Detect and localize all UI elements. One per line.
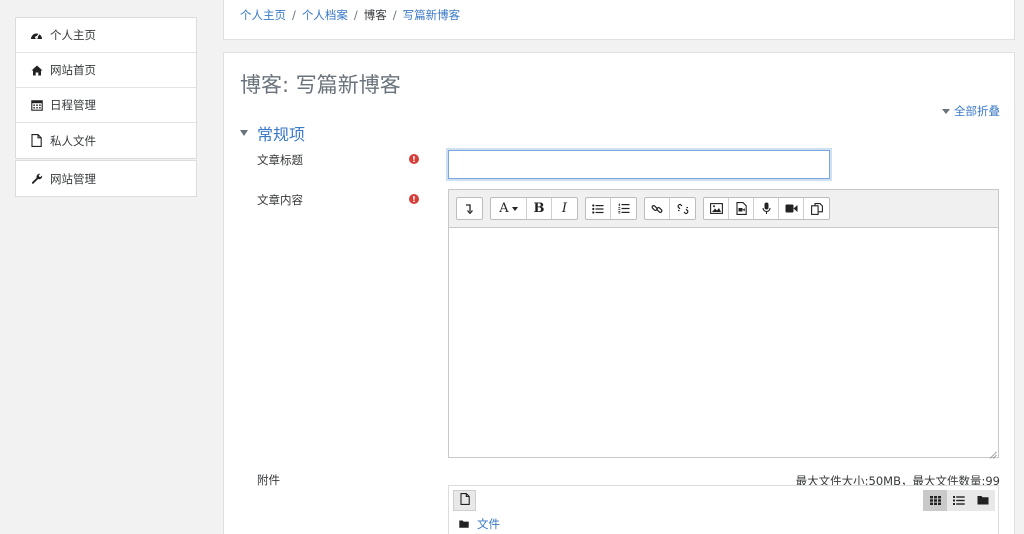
- copy-files-icon: [810, 202, 823, 215]
- form-card: 博客: 写篇新博客 全部折叠 常规项 文章标题 ! 文章内容 ! A B I 附…: [223, 52, 1015, 534]
- home-icon: [30, 64, 43, 77]
- toolbar-group: [703, 197, 830, 220]
- breadcrumb-item-new-entry[interactable]: 写篇新博客: [403, 7, 461, 23]
- sidebar-item-calendar[interactable]: 日程管理: [16, 88, 196, 123]
- folder-icon: [459, 520, 469, 528]
- sidebar-item-label: 个人主页: [50, 28, 96, 42]
- sidebar-item-label: 私人文件: [50, 133, 96, 148]
- attachments-filemanager: 文件: [448, 485, 999, 534]
- required-icon: !: [409, 194, 419, 204]
- file-icon: [30, 134, 43, 147]
- section-toggle-general[interactable]: 常规项: [240, 121, 305, 145]
- font-style-button[interactable]: A: [491, 198, 527, 219]
- breadcrumb-separator: /: [353, 8, 358, 22]
- main-region: 个人主页 / 个人档案 / 博客 / 写篇新博客 博客: 写篇新博客 全部折叠 …: [212, 0, 1024, 534]
- caret-down-icon: [240, 130, 248, 136]
- insert-image-button[interactable]: [704, 198, 729, 219]
- italic-button[interactable]: I: [552, 198, 577, 219]
- collapse-all-link[interactable]: 全部折叠: [942, 103, 1000, 119]
- bold-button[interactable]: B: [527, 198, 552, 219]
- dashboard-icon: [30, 29, 43, 42]
- page-title: 博客: 写篇新博客: [240, 73, 401, 97]
- wrench-icon: [30, 172, 43, 185]
- breadcrumb-item-profile[interactable]: 个人档案: [302, 7, 348, 23]
- editor-content-area[interactable]: [449, 228, 998, 459]
- link-icon: [651, 203, 663, 215]
- bold-label: B: [533, 201, 545, 216]
- required-icon: !: [409, 154, 419, 164]
- video-camera-icon: [785, 204, 798, 213]
- list-icon: [953, 494, 965, 508]
- breadcrumb: 个人主页 / 个人档案 / 博客 / 写篇新博客: [240, 7, 460, 23]
- list-view-button[interactable]: [947, 490, 971, 511]
- microphone-icon: [761, 202, 771, 215]
- caret-down-icon: [942, 108, 950, 114]
- list-ol-icon: [617, 203, 630, 214]
- manage-files-button[interactable]: [804, 198, 829, 219]
- record-audio-button[interactable]: [754, 198, 779, 219]
- tree-view-button[interactable]: [971, 490, 995, 511]
- record-video-button[interactable]: [779, 198, 804, 219]
- font-style-label: A: [499, 201, 509, 216]
- view-toggle-group: [923, 490, 995, 511]
- sidebar-item-private-files[interactable]: 私人文件: [16, 123, 196, 158]
- toolbar-group: [644, 197, 696, 220]
- sidebar-item-home[interactable]: 网站首页: [16, 53, 196, 88]
- image-icon: [709, 203, 723, 214]
- nav-block-admin: 网站管理: [15, 160, 197, 197]
- sidebar: 个人主页 网站首页 日程管理 私人文件 网站管理: [0, 0, 212, 534]
- ordered-list-button[interactable]: [611, 198, 636, 219]
- sidebar-item-dashboard[interactable]: 个人主页: [16, 18, 196, 53]
- link-button[interactable]: [645, 198, 670, 219]
- grid-view-button[interactable]: [923, 490, 947, 511]
- collapse-toolbar-icon: [465, 203, 474, 214]
- breadcrumb-separator: /: [392, 8, 397, 22]
- header-card: 个人主页 / 个人档案 / 博客 / 写篇新博客: [223, 0, 1015, 40]
- toolbar-toggle-button[interactable]: [457, 198, 482, 219]
- media-file-icon: [735, 202, 747, 215]
- file-icon: [459, 493, 470, 508]
- calendar-icon: [30, 99, 43, 112]
- collapse-all-label: 全部折叠: [954, 104, 1000, 118]
- toolbar-group: [585, 197, 637, 220]
- folder-label: 文件: [477, 517, 500, 531]
- unlink-icon: [677, 203, 689, 215]
- editor-toolbar: A B I: [449, 190, 998, 228]
- toolbar-group: [456, 197, 483, 220]
- sidebar-item-label: 网站首页: [50, 63, 96, 77]
- title-input[interactable]: [448, 150, 830, 179]
- attachments-field-label: 附件: [257, 473, 280, 487]
- insert-media-button[interactable]: [729, 198, 754, 219]
- content-editor: A B I: [448, 189, 999, 459]
- add-file-button[interactable]: [453, 490, 476, 511]
- content-field-label: 文章内容: [257, 193, 303, 207]
- folder-item[interactable]: 文件: [459, 516, 500, 532]
- title-field-label: 文章标题: [257, 153, 303, 167]
- breadcrumb-separator: /: [292, 8, 296, 22]
- sidebar-item-site-admin[interactable]: 网站管理: [16, 161, 196, 196]
- resize-handle-icon[interactable]: [989, 448, 997, 459]
- toolbar-group: A B I: [490, 197, 578, 220]
- grid-icon: [929, 494, 941, 508]
- unordered-list-button[interactable]: [586, 198, 611, 219]
- italic-label: I: [561, 201, 568, 216]
- breadcrumb-item-blog: 博客: [363, 8, 387, 22]
- section-title: 常规项: [257, 125, 306, 144]
- nav-block: 个人主页 网站首页 日程管理 私人文件: [15, 17, 197, 159]
- list-ul-icon: [592, 203, 604, 214]
- sidebar-item-label: 日程管理: [50, 98, 96, 112]
- breadcrumb-item-dashboard[interactable]: 个人主页: [240, 7, 286, 23]
- folder-icon: [977, 494, 989, 508]
- unlink-button[interactable]: [670, 198, 695, 219]
- caret-down-icon: [511, 206, 518, 211]
- sidebar-item-label: 网站管理: [50, 171, 96, 186]
